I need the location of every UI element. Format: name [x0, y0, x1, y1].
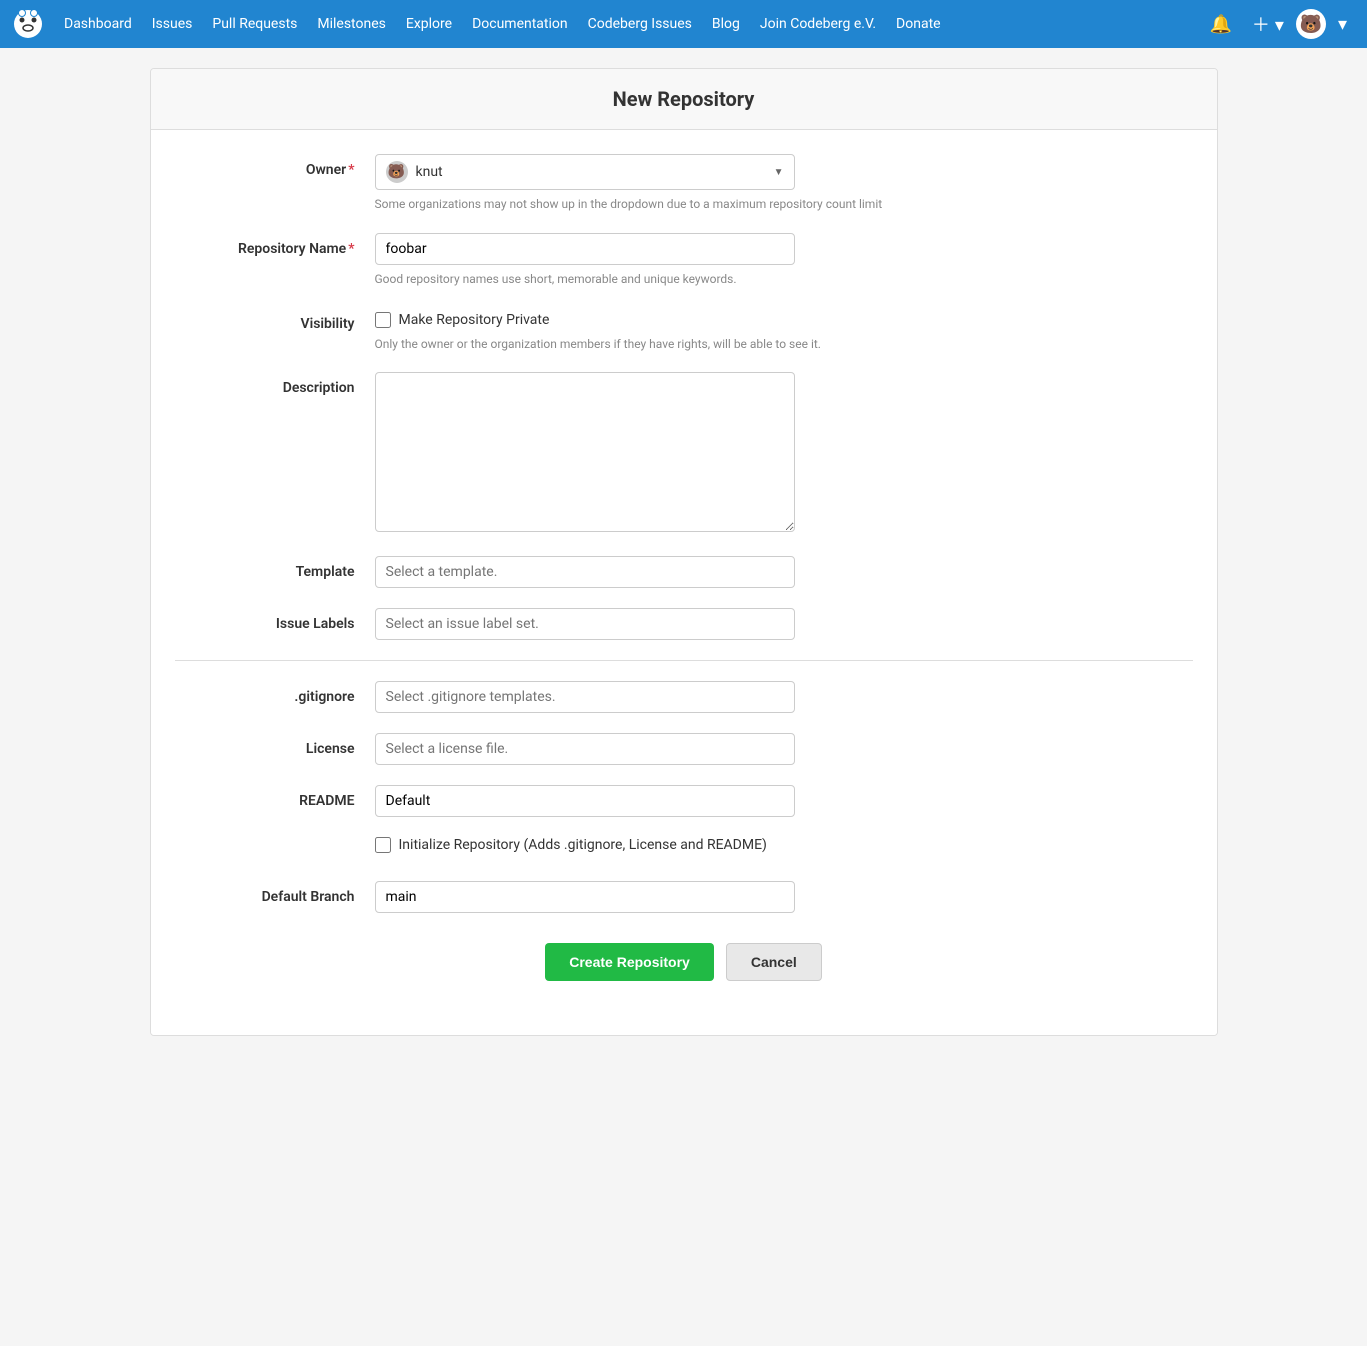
issue-labels-row: Issue Labels: [175, 608, 1193, 640]
private-checkbox-row: Make Repository Private: [375, 312, 975, 328]
default-branch-input[interactable]: [375, 881, 795, 913]
visibility-label: Visibility: [175, 308, 375, 332]
navbar: Dashboard Issues Pull Requests Milestone…: [0, 0, 1367, 48]
init-repo-row: Initialize Repository (Adds .gitignore, …: [175, 837, 1193, 861]
description-content: [375, 372, 975, 536]
logo[interactable]: [12, 8, 44, 40]
issue-labels-content: [375, 608, 975, 640]
notifications-button[interactable]: 🔔: [1201, 8, 1239, 41]
owner-name: knut: [416, 164, 774, 180]
gitignore-content: [375, 681, 975, 713]
nav-documentation[interactable]: Documentation: [464, 10, 576, 38]
template-row: Template: [175, 556, 1193, 588]
repo-name-hint: Good repository names use short, memorab…: [375, 271, 975, 288]
main-card: New Repository Owner* 🐻 knut ▼ Some orga…: [150, 68, 1218, 1036]
template-content: [375, 556, 975, 588]
issue-labels-input[interactable]: [375, 608, 795, 640]
nav-pull-requests[interactable]: Pull Requests: [204, 10, 305, 38]
nav-issues[interactable]: Issues: [144, 10, 201, 38]
section-divider: [175, 660, 1193, 661]
owner-avatar-icon: 🐻: [386, 161, 408, 183]
visibility-content: Make Repository Private Only the owner o…: [375, 308, 975, 353]
default-branch-label: Default Branch: [175, 881, 375, 905]
nav-dashboard[interactable]: Dashboard: [56, 10, 140, 38]
license-label: License: [175, 733, 375, 757]
visibility-row: Visibility Make Repository Private Only …: [175, 308, 1193, 353]
default-branch-content: [375, 881, 975, 913]
gitignore-row: .gitignore: [175, 681, 1193, 713]
cancel-button[interactable]: Cancel: [726, 943, 822, 981]
repo-name-input[interactable]: [375, 233, 795, 265]
create-repository-button[interactable]: Create Repository: [545, 943, 714, 981]
nav-blog[interactable]: Blog: [704, 10, 748, 38]
owner-label: Owner*: [175, 154, 375, 178]
button-row: Create Repository Cancel: [175, 943, 1193, 1011]
nav-explore[interactable]: Explore: [398, 10, 460, 38]
visibility-hint: Only the owner or the organization membe…: [375, 336, 975, 353]
template-input[interactable]: [375, 556, 795, 588]
page-title: New Repository: [175, 87, 1193, 111]
init-repo-checkbox-row: Initialize Repository (Adds .gitignore, …: [375, 837, 975, 853]
user-menu-button[interactable]: ▾: [1330, 8, 1355, 41]
owner-chevron-icon: ▼: [774, 167, 784, 178]
readme-input[interactable]: [375, 785, 795, 817]
owner-row: Owner* 🐻 knut ▼ Some organizations may n…: [175, 154, 1193, 213]
owner-content: 🐻 knut ▼ Some organizations may not show…: [375, 154, 975, 213]
owner-dropdown[interactable]: 🐻 knut ▼: [375, 154, 795, 190]
new-item-button[interactable]: ＋ ▾: [1244, 5, 1292, 43]
owner-hint: Some organizations may not show up in th…: [375, 196, 975, 213]
issue-labels-label: Issue Labels: [175, 608, 375, 632]
init-repo-checkbox[interactable]: [375, 837, 391, 853]
readme-label: README: [175, 785, 375, 809]
license-row: License: [175, 733, 1193, 765]
repo-name-label: Repository Name*: [175, 233, 375, 257]
card-body: Owner* 🐻 knut ▼ Some organizations may n…: [151, 130, 1217, 1035]
page-container: New Repository Owner* 🐻 knut ▼ Some orga…: [134, 68, 1234, 1036]
description-row: Description: [175, 372, 1193, 536]
default-branch-row: Default Branch: [175, 881, 1193, 913]
gitignore-label: .gitignore: [175, 681, 375, 705]
readme-row: README: [175, 785, 1193, 817]
nav-donate[interactable]: Donate: [888, 10, 949, 38]
user-avatar[interactable]: 🐻: [1296, 9, 1326, 39]
readme-content: [375, 785, 975, 817]
init-repo-label-spacer: [175, 837, 375, 845]
repo-name-content: Good repository names use short, memorab…: [375, 233, 975, 288]
private-repo-label[interactable]: Make Repository Private: [399, 312, 550, 328]
navbar-right: 🔔 ＋ ▾ 🐻 ▾: [1201, 5, 1355, 43]
init-repo-label[interactable]: Initialize Repository (Adds .gitignore, …: [399, 837, 767, 853]
nav-codeberg-issues[interactable]: Codeberg Issues: [580, 10, 700, 38]
card-header: New Repository: [151, 69, 1217, 130]
repo-name-row: Repository Name* Good repository names u…: [175, 233, 1193, 288]
nav-join[interactable]: Join Codeberg e.V.: [752, 10, 884, 38]
license-content: [375, 733, 975, 765]
nav-milestones[interactable]: Milestones: [309, 10, 394, 38]
description-label: Description: [175, 372, 375, 396]
gitignore-input[interactable]: [375, 681, 795, 713]
private-repo-checkbox[interactable]: [375, 312, 391, 328]
license-input[interactable]: [375, 733, 795, 765]
init-repo-content: Initialize Repository (Adds .gitignore, …: [375, 837, 975, 861]
description-textarea[interactable]: [375, 372, 795, 532]
template-label: Template: [175, 556, 375, 580]
